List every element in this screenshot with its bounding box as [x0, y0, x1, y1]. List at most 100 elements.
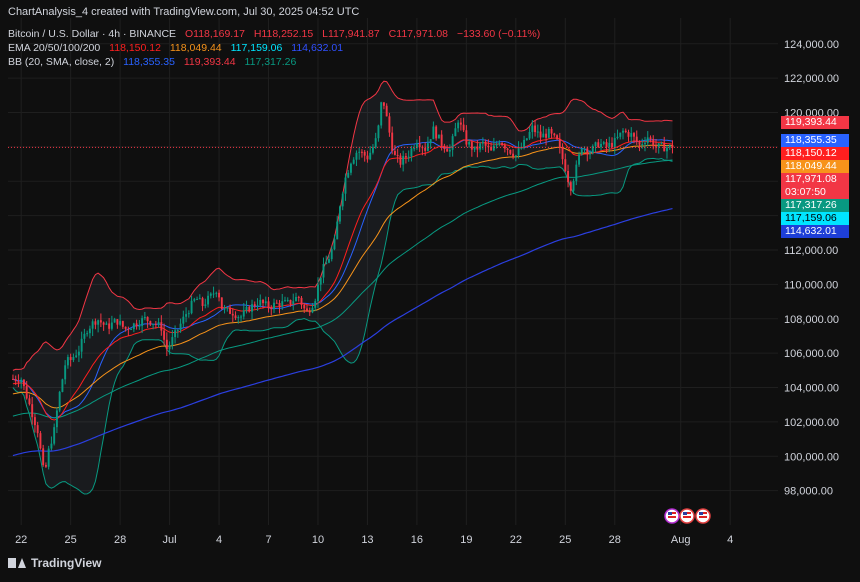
candle-body [286, 299, 289, 301]
us-flag-icon [683, 512, 687, 515]
candle-body [388, 116, 391, 133]
candle-body [352, 159, 355, 164]
candle-body [459, 122, 462, 125]
candle-body [295, 296, 297, 302]
ema-legend[interactable]: EMA 20/50/100/200 118,150.12 118,049.44 … [8, 42, 349, 54]
price-chart[interactable]: 98,000.00 100,000.00 102,000.00 104,000.00 1… [0, 0, 860, 577]
candle-body [553, 133, 556, 136]
candle-body [498, 143, 501, 145]
candle-body [325, 262, 328, 265]
x-tick-label: 19 [460, 534, 472, 546]
candle-body [605, 142, 608, 147]
candle-body [248, 306, 251, 312]
candle-body [561, 147, 564, 160]
candle-body [196, 299, 199, 301]
candle-body [385, 105, 388, 117]
candle-body [108, 323, 111, 329]
candle-body [86, 333, 89, 335]
candle-body [97, 320, 100, 325]
y-tick-label: 110,000.00 [784, 279, 838, 291]
candle-body [382, 102, 385, 106]
bb-upper-value: 119,393.44 [183, 56, 236, 68]
candle-body [569, 182, 572, 191]
tradingview-brand-text: TradingView [31, 556, 102, 570]
candle-body [429, 139, 432, 144]
candle-body [501, 143, 504, 146]
candle-body [273, 302, 275, 310]
candle-body [666, 147, 668, 152]
candle-body [218, 292, 221, 298]
candle-body [536, 131, 539, 133]
candle-body [174, 330, 177, 338]
candle-body [465, 130, 468, 145]
candle-body [319, 277, 322, 285]
candle-body [160, 322, 163, 331]
candle-body [558, 139, 561, 148]
candle-body [484, 141, 487, 146]
candle-body [328, 259, 330, 263]
candle-body [572, 181, 575, 191]
candle-body [649, 137, 652, 139]
candle-body [542, 133, 545, 138]
candle-body [583, 148, 586, 150]
candle-body [517, 148, 520, 156]
candle-body [462, 124, 465, 131]
candle-body [127, 328, 130, 330]
candle-body [391, 132, 394, 152]
candle-body [121, 321, 124, 327]
candle-body [341, 193, 344, 207]
candle-body [454, 128, 457, 137]
y-tick-label: 102,000.00 [784, 417, 839, 429]
candle-body [322, 264, 325, 278]
chart-area[interactable]: 98,000.00 100,000.00 102,000.00 104,000.00 1… [0, 0, 860, 577]
candle-body [410, 148, 413, 157]
ema100-value: 117,159.06 [230, 42, 283, 54]
candle-body [116, 319, 119, 325]
candle-body [165, 339, 168, 350]
candle-body [190, 300, 193, 314]
us-flag-icon [699, 516, 707, 518]
x-tick-label: 13 [361, 534, 373, 546]
x-tick-label: 7 [265, 534, 271, 546]
candle-body [437, 134, 440, 139]
candle-body [124, 326, 127, 329]
candle-body [47, 448, 50, 467]
candle-body [448, 149, 451, 152]
candle-body [182, 316, 185, 324]
candle-body [256, 305, 259, 307]
candle-body [347, 172, 350, 178]
candle-body [72, 356, 75, 361]
symbol-title[interactable]: Bitcoin / U.S. Dollar · 4h · BINANCE [8, 28, 176, 40]
bb-basis-value: 118,355.35 [123, 56, 175, 68]
y-tick-label: 104,000.00 [784, 383, 839, 395]
ohlc-close: C117,971.08 [388, 28, 449, 40]
bb-legend[interactable]: BB (20, SMA, close, 2) 118,355.35 119,39… [8, 56, 302, 68]
candle-body [380, 102, 383, 126]
candle-body [531, 125, 534, 132]
price-tag: 114,632.01 [781, 225, 849, 239]
ema200-value: 114,632.01 [291, 42, 344, 54]
candle-body [229, 307, 232, 314]
tradingview-logo[interactable]: TradingView [8, 556, 101, 570]
candle-body [226, 307, 229, 309]
candle-body [374, 138, 377, 148]
footer-bar [0, 550, 860, 577]
candle-body [292, 301, 295, 304]
candle-body [130, 329, 133, 331]
candle-body [306, 308, 308, 312]
candle-body [635, 136, 638, 142]
x-tick-label: 28 [609, 534, 621, 546]
candle-body [514, 155, 517, 157]
candle-body [77, 351, 80, 356]
us-flag-icon [668, 512, 672, 515]
candle-body [39, 433, 42, 449]
candle-body [668, 145, 671, 148]
candle-body [638, 141, 641, 145]
x-tick-label: 28 [114, 534, 126, 546]
candle-body [270, 308, 273, 310]
candle-body [646, 137, 649, 143]
candle-body [344, 177, 347, 194]
candle-body [481, 141, 484, 144]
candle-body [418, 143, 421, 148]
candle-body [157, 322, 160, 325]
